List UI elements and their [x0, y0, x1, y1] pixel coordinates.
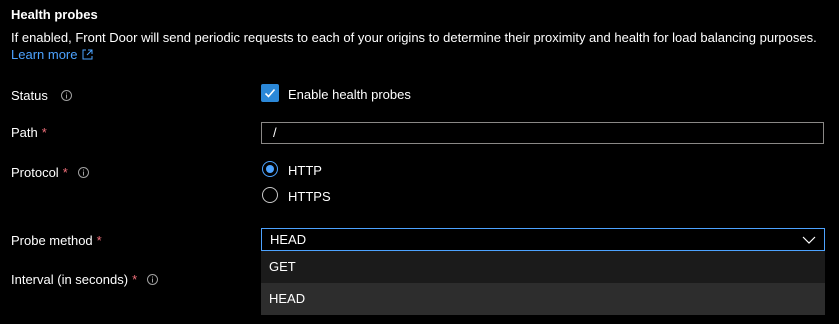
status-label-row: Status — [11, 88, 72, 103]
learn-more-link[interactable]: Learn more — [11, 47, 93, 62]
interval-label: Interval (in seconds) — [11, 272, 129, 287]
info-icon[interactable] — [60, 90, 72, 101]
chevron-down-icon — [802, 236, 816, 244]
required-marker: * — [132, 272, 138, 287]
protocol-radio-http-label[interactable]: HTTP — [288, 163, 322, 178]
path-label-row: Path * — [11, 125, 47, 140]
probe-method-value: HEAD — [270, 232, 307, 247]
checkmark-icon — [264, 88, 276, 98]
protocol-radio-https[interactable] — [262, 187, 278, 203]
required-marker: * — [62, 165, 68, 180]
protocol-radio-http[interactable] — [262, 161, 278, 177]
protocol-label-row: Protocol * — [11, 165, 89, 180]
external-link-icon — [82, 49, 93, 60]
info-icon[interactable] — [77, 167, 89, 178]
enable-health-probes-checkbox[interactable] — [261, 84, 279, 102]
probe-method-select[interactable]: HEAD — [261, 228, 825, 251]
probe-method-label: Probe method — [11, 233, 93, 248]
learn-more-label: Learn more — [11, 47, 78, 62]
path-input[interactable]: / — [261, 122, 824, 144]
enable-health-probes-label[interactable]: Enable health probes — [288, 87, 411, 102]
interval-label-row: Interval (in seconds) * — [11, 272, 159, 287]
path-label: Path — [11, 125, 38, 140]
section-title: Health probes — [11, 7, 98, 22]
protocol-radio-https-label[interactable]: HTTPS — [288, 189, 331, 204]
required-marker: * — [96, 233, 102, 248]
protocol-label: Protocol — [11, 165, 59, 180]
status-label: Status — [11, 88, 48, 103]
dropdown-option-head[interactable]: HEAD — [261, 283, 825, 315]
section-description: If enabled, Front Door will send periodi… — [11, 30, 817, 45]
probe-method-label-row: Probe method * — [11, 233, 102, 248]
probe-method-dropdown: GET HEAD — [261, 251, 825, 315]
info-icon[interactable] — [147, 274, 159, 285]
dropdown-option-get[interactable]: GET — [261, 251, 825, 283]
required-marker: * — [41, 125, 47, 140]
